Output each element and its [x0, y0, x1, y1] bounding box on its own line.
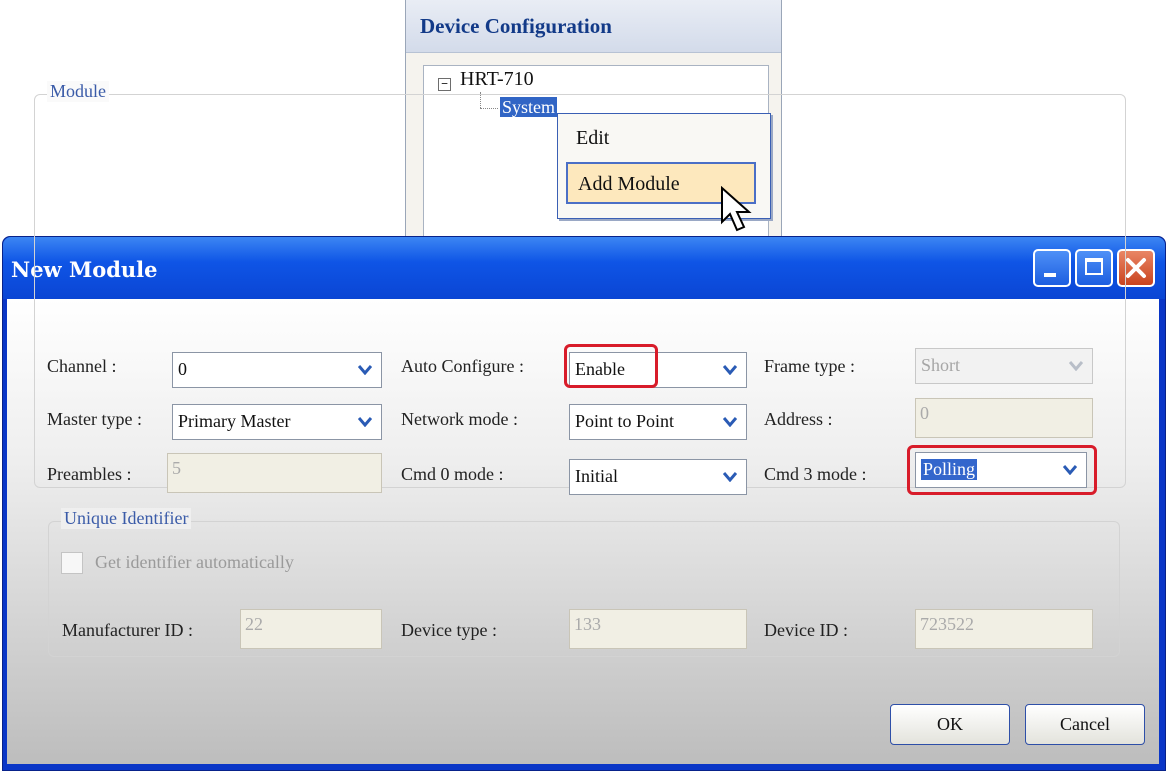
- device-id-label: Device ID :: [764, 620, 848, 640]
- panel-header: Device Configuration: [406, 0, 781, 53]
- network-mode-select[interactable]: Point to Point: [569, 404, 747, 440]
- device-id-value: 723522: [920, 614, 974, 634]
- chevron-down-icon[interactable]: [716, 462, 744, 492]
- chevron-down-icon[interactable]: [351, 407, 379, 437]
- network-mode-value: Point to Point: [575, 411, 675, 431]
- manufacturer-id-field: 22: [240, 609, 382, 649]
- channel-value: 0: [178, 359, 187, 379]
- manufacturer-id-value: 22: [245, 614, 263, 634]
- network-mode-label: Network mode :: [401, 409, 518, 429]
- frame-type-select: Short: [915, 348, 1093, 384]
- device-type-field: 133: [569, 609, 747, 649]
- chevron-down-icon[interactable]: [716, 407, 744, 437]
- cmd0-mode-label: Cmd 0 mode :: [401, 464, 504, 484]
- master-type-select[interactable]: Primary Master: [172, 404, 382, 440]
- device-type-label: Device type :: [401, 620, 497, 640]
- device-id-field: 723522: [915, 609, 1093, 649]
- frame-type-label: Frame type :: [764, 356, 855, 376]
- chevron-down-icon[interactable]: [351, 355, 379, 385]
- collapse-icon[interactable]: −: [438, 78, 451, 91]
- address-label: Address :: [764, 409, 833, 429]
- cmd0-mode-select[interactable]: Initial: [569, 459, 747, 495]
- cancel-button[interactable]: Cancel: [1025, 704, 1145, 745]
- preambles-field: 5: [167, 453, 382, 493]
- master-type-label: Master type :: [47, 409, 142, 429]
- auto-configure-highlight: [564, 344, 658, 388]
- get-identifier-checkbox[interactable]: [61, 552, 83, 574]
- tree-node-root[interactable]: HRT-710: [460, 68, 534, 91]
- address-value: 0: [920, 403, 929, 423]
- channel-select[interactable]: 0: [172, 352, 382, 388]
- cmd3-mode-highlight: [907, 445, 1097, 495]
- chevron-down-icon: [1062, 351, 1090, 381]
- chevron-down-icon[interactable]: [716, 355, 744, 385]
- manufacturer-id-label: Manufacturer ID :: [62, 620, 193, 640]
- device-type-value: 133: [574, 614, 601, 634]
- preambles-label: Preambles :: [47, 464, 132, 484]
- unique-identifier-title: Unique Identifier: [61, 508, 192, 529]
- get-identifier-label: Get identifier automatically: [95, 552, 294, 572]
- module-group-title: Module: [47, 81, 109, 102]
- auto-configure-label: Auto Configure :: [401, 356, 524, 376]
- frame-type-value: Short: [921, 355, 961, 375]
- master-type-value: Primary Master: [178, 411, 291, 431]
- cmd0-mode-value: Initial: [575, 466, 618, 486]
- cmd3-mode-label: Cmd 3 mode :: [764, 464, 867, 484]
- address-field: 0: [915, 398, 1093, 438]
- preambles-value: 5: [172, 458, 181, 478]
- panel-title: Device Configuration: [420, 14, 612, 38]
- channel-label: Channel :: [47, 356, 117, 376]
- ok-button[interactable]: OK: [890, 704, 1010, 745]
